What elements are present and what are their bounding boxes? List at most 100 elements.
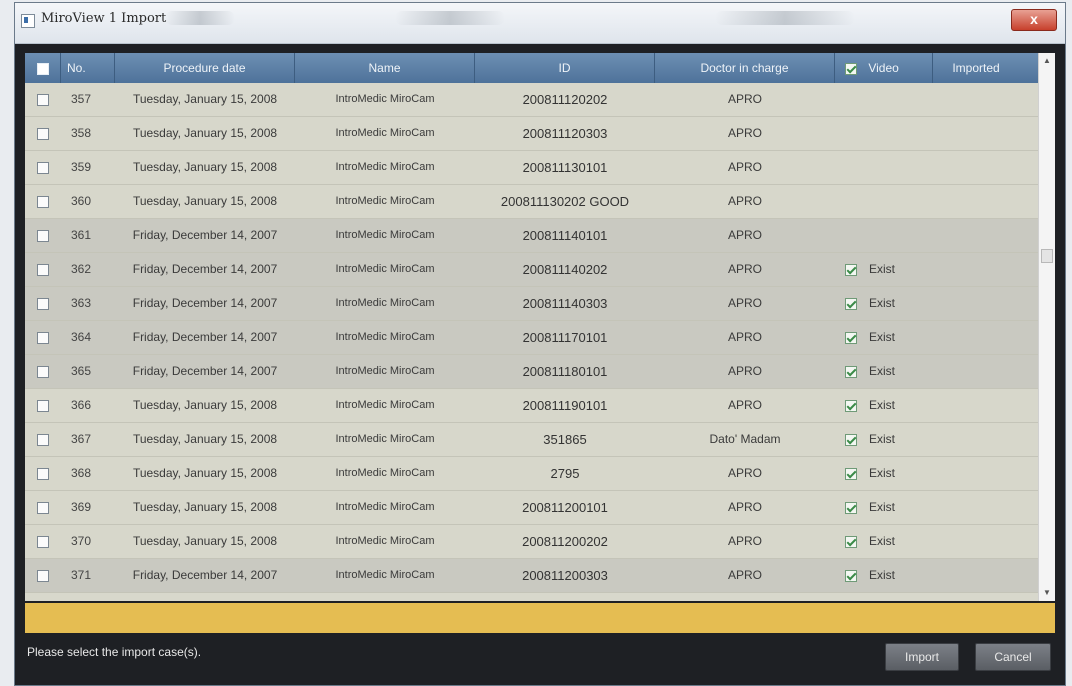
patient-name-cell: IntroMedic MiroCam — [335, 263, 435, 275]
row-checkbox[interactable] — [37, 195, 49, 208]
case-id-cell: 200811120303 — [522, 126, 608, 141]
scroll-thumb[interactable] — [1041, 249, 1053, 263]
row-checkbox[interactable] — [37, 93, 49, 106]
procedure-date-cell: Tuesday, January 15, 2008 — [132, 194, 278, 208]
row-select-cell[interactable] — [25, 185, 61, 218]
scroll-down-arrow-icon[interactable]: ▼ — [1039, 585, 1055, 601]
video-checkbox[interactable] — [845, 263, 857, 276]
row-select-cell[interactable] — [25, 287, 61, 320]
column-header-imported[interactable]: Imported — [933, 53, 1019, 83]
column-header-name[interactable]: Name — [295, 53, 475, 83]
row-select-cell[interactable] — [25, 355, 61, 388]
row-checkbox[interactable] — [37, 229, 49, 242]
procedure-date-cell: Friday, December 14, 2007 — [132, 568, 278, 582]
cancel-button[interactable]: Cancel — [975, 643, 1051, 671]
table-row[interactable]: 367 Tuesday, January 15, 2008 IntroMedic M… — [25, 423, 1039, 457]
column-header-no[interactable]: No. — [61, 53, 115, 83]
table-row[interactable]: 361 Friday, December 14, 2007 IntroMedic M… — [25, 219, 1039, 253]
row-select-cell[interactable] — [25, 389, 61, 422]
import-button[interactable]: Import — [885, 643, 959, 671]
column-header-procedure-date[interactable]: Procedure date — [115, 53, 295, 83]
row-checkbox[interactable] — [37, 331, 49, 344]
row-checkbox[interactable] — [37, 399, 49, 412]
table-row[interactable]: 366 Tuesday, January 15, 2008 IntroMedic M… — [25, 389, 1039, 423]
video-cell: Exist — [835, 287, 933, 320]
row-select-cell[interactable] — [25, 151, 61, 184]
video-cell: Exist — [835, 423, 933, 456]
video-header-checkbox[interactable] — [845, 62, 857, 75]
doctor-cell: APRO — [727, 500, 762, 514]
row-checkbox[interactable] — [37, 297, 49, 310]
doctor-cell: APRO — [727, 568, 762, 582]
close-button[interactable]: x — [1011, 9, 1057, 31]
column-header-doctor[interactable]: Doctor in charge — [655, 53, 835, 83]
imported-cell — [933, 457, 1019, 490]
row-select-cell[interactable] — [25, 457, 61, 490]
video-checkbox[interactable] — [845, 433, 857, 446]
table-row[interactable]: 362 Friday, December 14, 2007 IntroMedic M… — [25, 253, 1039, 287]
video-checkbox[interactable] — [845, 467, 857, 480]
patient-name-cell: IntroMedic MiroCam — [335, 535, 435, 547]
video-cell: Exist — [835, 457, 933, 490]
row-checkbox[interactable] — [37, 127, 49, 140]
scroll-up-arrow-icon[interactable]: ▲ — [1039, 53, 1055, 69]
table-row[interactable]: 359 Tuesday, January 15, 2008 IntroMedic M… — [25, 151, 1039, 185]
row-select-cell[interactable] — [25, 219, 61, 252]
video-checkbox[interactable] — [845, 501, 857, 514]
procedure-date-cell: Tuesday, January 15, 2008 — [132, 126, 278, 140]
table-row[interactable]: 357 Tuesday, January 15, 2008 IntroMedic M… — [25, 83, 1039, 117]
row-select-cell[interactable] — [25, 253, 61, 286]
imported-cell — [933, 423, 1019, 456]
patient-name-cell: IntroMedic MiroCam — [335, 127, 435, 139]
table-row[interactable]: 371 Friday, December 14, 2007 IntroMedic M… — [25, 559, 1039, 593]
row-checkbox[interactable] — [37, 535, 49, 548]
table-row[interactable]: 370 Tuesday, January 15, 2008 IntroMedic M… — [25, 525, 1039, 559]
doctor-cell: APRO — [727, 92, 762, 106]
table-row[interactable]: 368 Tuesday, January 15, 2008 IntroMedic M… — [25, 457, 1039, 491]
column-header-video[interactable]: Video — [835, 53, 933, 83]
row-select-cell[interactable] — [25, 559, 61, 592]
video-checkbox[interactable] — [845, 569, 857, 582]
row-select-cell[interactable] — [25, 525, 61, 558]
video-status-label: Exist — [869, 432, 896, 446]
procedure-date-cell: Friday, December 14, 2007 — [132, 228, 278, 242]
doctor-cell: APRO — [727, 398, 762, 412]
row-select-cell[interactable] — [25, 321, 61, 354]
row-checkbox[interactable] — [37, 467, 49, 480]
row-checkbox[interactable] — [37, 161, 49, 174]
select-all-checkbox[interactable] — [36, 62, 49, 75]
table-row[interactable]: 369 Tuesday, January 15, 2008 IntroMedic M… — [25, 491, 1039, 525]
imported-cell — [933, 389, 1019, 422]
imported-cell — [933, 185, 1019, 218]
row-select-cell[interactable] — [25, 83, 61, 116]
video-checkbox[interactable] — [845, 297, 857, 310]
row-checkbox[interactable] — [37, 501, 49, 514]
row-checkbox[interactable] — [37, 365, 49, 378]
row-checkbox[interactable] — [37, 433, 49, 446]
video-cell — [835, 117, 933, 150]
video-header-label: Video — [868, 61, 899, 75]
table-row[interactable]: 363 Friday, December 14, 2007 IntroMedic M… — [25, 287, 1039, 321]
procedure-date-cell: Tuesday, January 15, 2008 — [132, 534, 278, 548]
video-checkbox[interactable] — [845, 535, 857, 548]
patient-name-cell: IntroMedic MiroCam — [335, 331, 435, 343]
row-checkbox[interactable] — [37, 263, 49, 276]
vertical-scrollbar[interactable]: ▲ ▼ — [1038, 53, 1055, 601]
row-select-cell[interactable] — [25, 117, 61, 150]
video-checkbox[interactable] — [845, 399, 857, 412]
column-header-id[interactable]: ID — [475, 53, 655, 83]
table-row[interactable]: 364 Friday, December 14, 2007 IntroMedic M… — [25, 321, 1039, 355]
video-checkbox[interactable] — [845, 365, 857, 378]
case-id-cell: 200811200303 — [522, 568, 608, 583]
table-row[interactable]: 360 Tuesday, January 15, 2008 IntroMedic M… — [25, 185, 1039, 219]
table-row[interactable]: 358 Tuesday, January 15, 2008 IntroMedic M… — [25, 117, 1039, 151]
video-status-label: Exist — [869, 330, 896, 344]
row-select-cell[interactable] — [25, 423, 61, 456]
case-id-cell: 200811120202 — [522, 92, 608, 107]
table-row[interactable]: 365 Friday, December 14, 2007 IntroMedic M… — [25, 355, 1039, 389]
case-id-cell: 200811140101 — [522, 228, 608, 243]
video-checkbox[interactable] — [845, 331, 857, 344]
row-checkbox[interactable] — [37, 569, 49, 582]
patient-name-cell: IntroMedic MiroCam — [335, 93, 435, 105]
row-select-cell[interactable] — [25, 491, 61, 524]
